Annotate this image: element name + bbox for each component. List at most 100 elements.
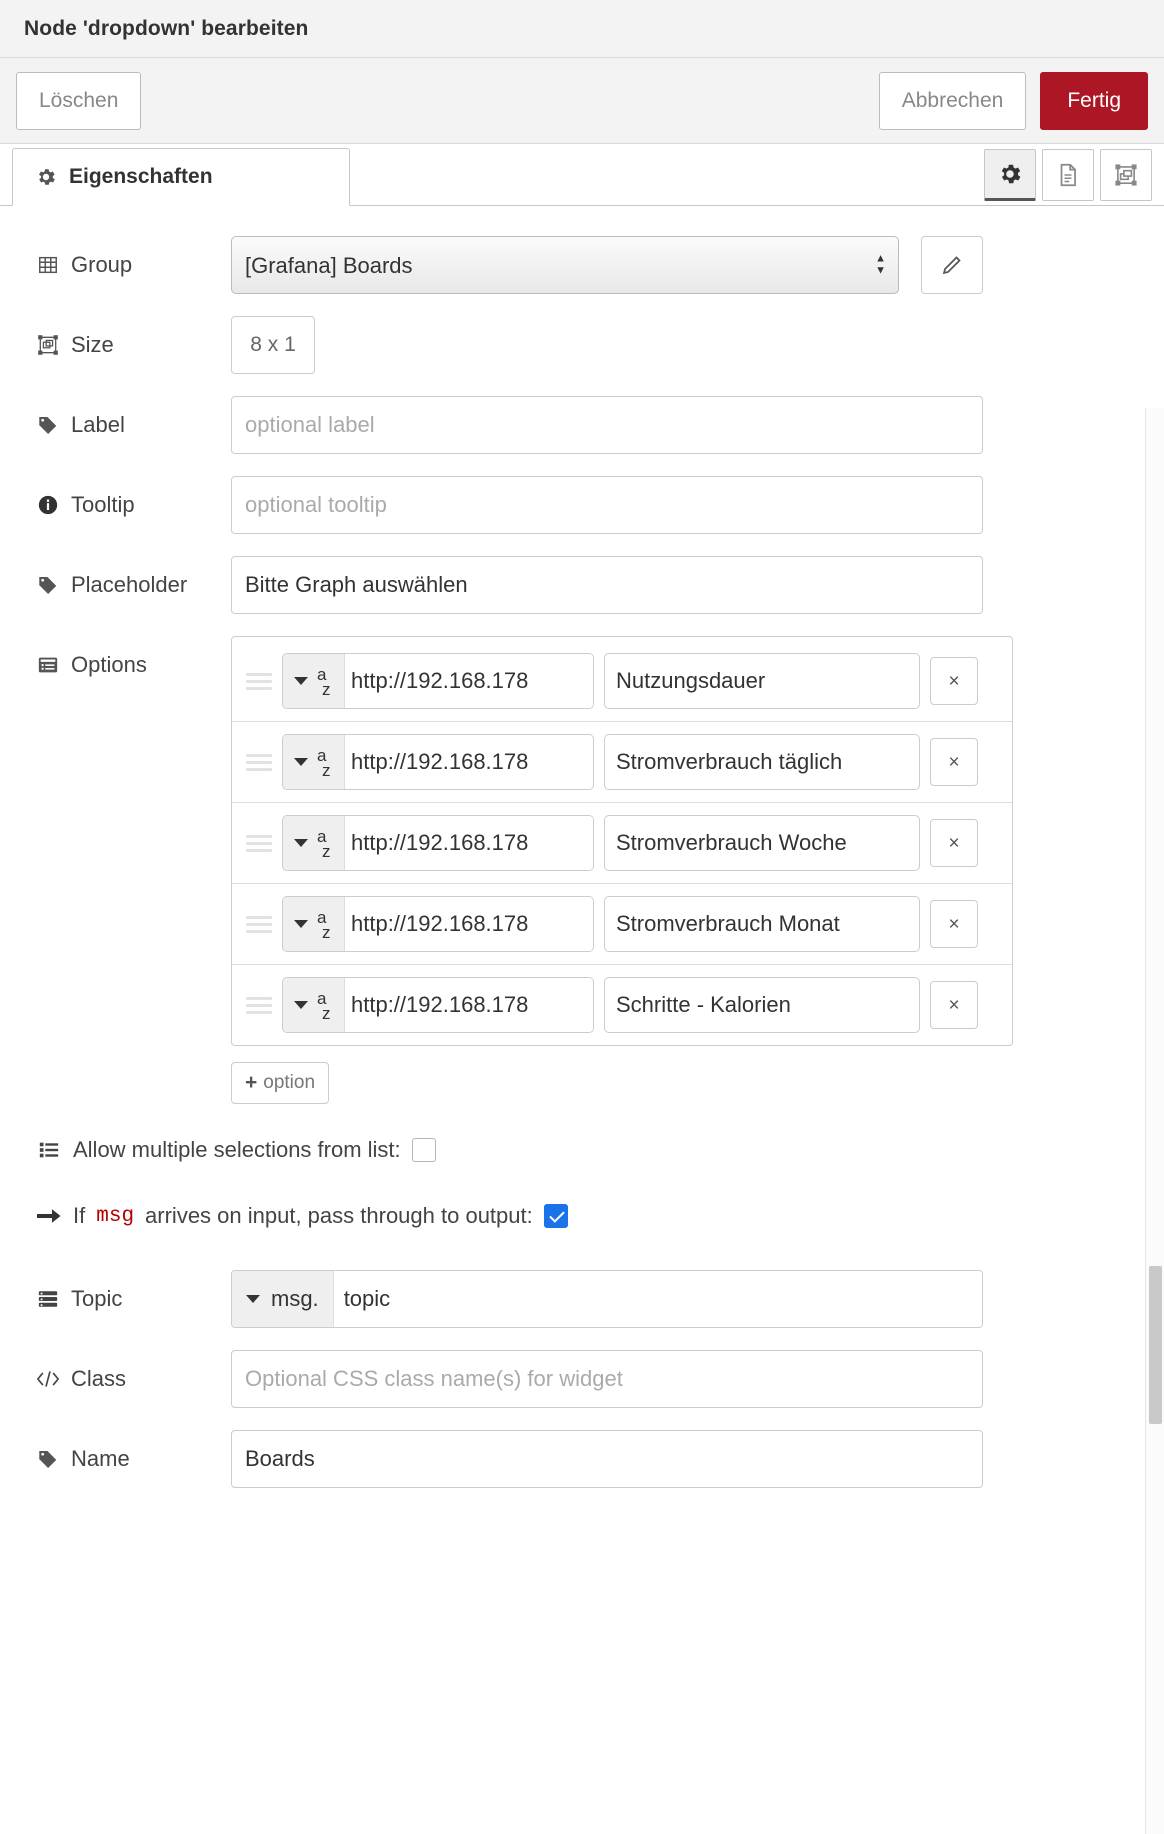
size-input[interactable] <box>231 316 315 374</box>
document-icon <box>1055 162 1081 188</box>
group-label-text: Group <box>71 252 133 277</box>
tooltip-input[interactable] <box>231 476 983 534</box>
option-label-input[interactable] <box>604 734 920 790</box>
option-type-selector[interactable]: az <box>283 654 345 708</box>
tab-eigenschaften[interactable]: Eigenschaften <box>12 148 350 206</box>
tooltip-label-text: Tooltip <box>71 492 135 517</box>
list-icon <box>36 1139 62 1161</box>
form-scrollbar-track[interactable] <box>1145 408 1164 1834</box>
gear-icon <box>35 166 57 188</box>
name-input[interactable] <box>231 1430 983 1488</box>
drag-handle-icon[interactable] <box>246 753 272 771</box>
option-value-typed-input: az <box>282 896 594 952</box>
row-class: Class <box>0 1350 1164 1408</box>
node-edit-dialog: Node 'dropdown' bearbeiten Löschen Abbre… <box>0 0 1164 1834</box>
option-label-input[interactable] <box>604 815 920 871</box>
option-label-input[interactable] <box>604 653 920 709</box>
topic-type-label: msg. <box>271 1286 319 1311</box>
passthrough-msg-code: msg <box>96 1204 135 1228</box>
remove-option-button[interactable]: × <box>930 981 978 1029</box>
topic-type-selector[interactable]: msg. <box>232 1271 334 1327</box>
code-icon <box>36 1369 60 1389</box>
option-value-typed-input: az <box>282 977 594 1033</box>
az-sort-icon: az <box>317 746 331 780</box>
drag-handle-icon[interactable] <box>246 834 272 852</box>
options-field: az × az × az × az × az × + option <box>231 636 1164 1104</box>
row-placeholder: Placeholder <box>0 556 1164 614</box>
arrow-right-icon <box>36 1206 62 1226</box>
pencil-icon <box>940 253 964 277</box>
appearance-tool-button[interactable] <box>1100 149 1152 201</box>
chevron-down-icon <box>294 920 308 928</box>
remove-option-button[interactable]: × <box>930 819 978 867</box>
option-value-input[interactable] <box>345 735 593 789</box>
chevron-down-icon <box>294 839 308 847</box>
placeholder-field <box>231 556 1164 614</box>
drag-handle-icon[interactable] <box>246 672 272 690</box>
label-input[interactable] <box>231 396 983 454</box>
size-label-text: Size <box>71 332 114 357</box>
row-allow-multiple: Allow multiple selections from list: <box>0 1126 1164 1174</box>
class-input[interactable] <box>231 1350 983 1408</box>
option-value-typed-input: az <box>282 653 594 709</box>
edit-group-button[interactable] <box>921 236 984 294</box>
option-type-selector[interactable]: az <box>283 735 345 789</box>
az-sort-icon: az <box>317 827 331 861</box>
group-label: Group <box>36 236 231 294</box>
dialog-title: Node 'dropdown' bearbeiten <box>24 16 309 40</box>
tooltip-field <box>231 476 1164 534</box>
cancel-button[interactable]: Abbrechen <box>878 71 1027 130</box>
tab-tools <box>984 149 1152 201</box>
drag-handle-icon[interactable] <box>246 996 272 1014</box>
remove-option-button[interactable]: × <box>930 738 978 786</box>
remove-option-button[interactable]: × <box>930 900 978 948</box>
name-label: Name <box>36 1430 231 1488</box>
option-row: az × <box>232 884 1012 965</box>
option-value-typed-input: az <box>282 734 594 790</box>
option-type-selector[interactable]: az <box>283 897 345 951</box>
row-options: Options az × az × az × az × az × + option <box>0 636 1164 1104</box>
plus-icon: + <box>245 1071 258 1094</box>
option-value-input[interactable] <box>345 816 593 870</box>
dialog-tabbar: Eigenschaften <box>0 144 1164 206</box>
properties-tool-button[interactable] <box>984 149 1036 201</box>
remove-option-button[interactable]: × <box>930 657 978 705</box>
server-icon <box>36 1288 60 1310</box>
row-tooltip: Tooltip <box>0 476 1164 534</box>
placeholder-label-text: Placeholder <box>71 572 188 597</box>
option-value-input[interactable] <box>345 978 593 1032</box>
option-label-input[interactable] <box>604 977 920 1033</box>
option-label-input[interactable] <box>604 896 920 952</box>
add-option-button[interactable]: + option <box>231 1062 330 1104</box>
row-label: Label <box>0 396 1164 454</box>
options-list: az × az × az × az × az × <box>231 636 1013 1046</box>
option-row: az × <box>232 641 1012 722</box>
allow-multiple-checkbox[interactable] <box>411 1138 436 1162</box>
layout-icon <box>1113 162 1139 188</box>
label-field <box>231 396 1164 454</box>
group-field: [Grafana] Boards ▲ ▼ <box>231 236 1164 294</box>
description-tool-button[interactable] <box>1042 149 1094 201</box>
label-label: Label <box>36 396 231 454</box>
options-label: Options <box>36 636 231 694</box>
resize-icon <box>36 334 60 356</box>
done-button[interactable]: Fertig <box>1040 71 1148 130</box>
delete-button[interactable]: Löschen <box>16 71 142 130</box>
drag-handle-icon[interactable] <box>246 915 272 933</box>
az-sort-icon: az <box>317 665 331 699</box>
dialog-titlebar: Node 'dropdown' bearbeiten <box>0 0 1164 58</box>
class-label: Class <box>36 1350 231 1408</box>
option-value-input[interactable] <box>345 654 593 708</box>
topic-input[interactable] <box>333 1271 982 1327</box>
passthrough-checkbox[interactable] <box>543 1204 568 1228</box>
topic-field: msg. <box>231 1270 1164 1328</box>
option-type-selector[interactable]: az <box>283 816 345 870</box>
form-scrollbar-thumb[interactable] <box>1149 1266 1162 1424</box>
properties-form: Group [Grafana] Boards ▲ ▼ Size 8 x 1 La… <box>0 206 1164 1834</box>
group-select[interactable]: [Grafana] Boards <box>231 236 899 294</box>
dialog-button-bar: Löschen Abbrechen Fertig <box>0 58 1164 144</box>
placeholder-input[interactable] <box>231 556 983 614</box>
tag-icon <box>36 574 60 596</box>
option-type-selector[interactable]: az <box>283 978 345 1032</box>
option-value-input[interactable] <box>345 897 593 951</box>
